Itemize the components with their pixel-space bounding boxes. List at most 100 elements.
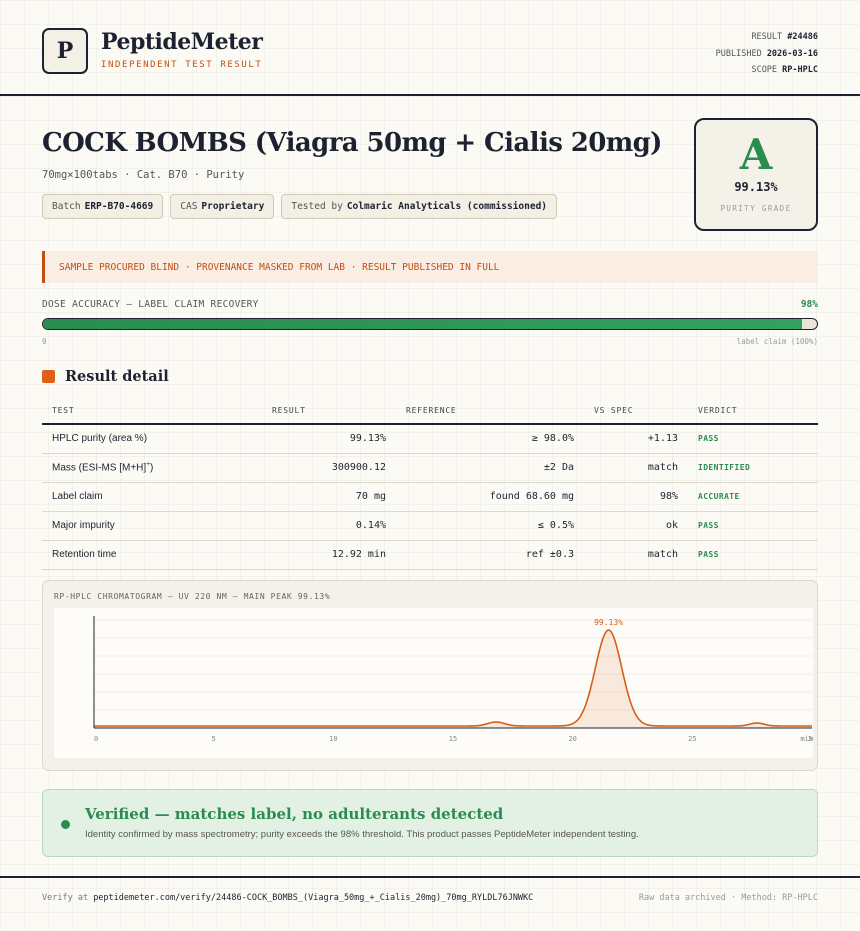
test-reference: ±2 Da xyxy=(396,453,584,483)
chromatogram-svg: 051015202530min99.13% xyxy=(93,616,816,743)
batch-value: ERP-B70-4669 xyxy=(84,201,154,212)
test-result: 12.92 min xyxy=(262,540,396,570)
test-name-text: Mass (ESI-MS [M+H] xyxy=(52,462,147,474)
dose-accuracy-value: 98% xyxy=(800,299,818,310)
tested-by-chip: Tested by Colmaric Analyticals (commissio… xyxy=(281,194,558,219)
product-subtitle: 70mg×100tabs · Cat. B70 · Purity xyxy=(42,169,245,181)
chromatogram-plot: 051015202530min99.13% xyxy=(54,608,816,758)
test-verdict: PASS xyxy=(688,540,818,570)
scope-row: SCOPE RP-HPLC xyxy=(716,62,818,79)
scope-value: RP-HPLC xyxy=(782,65,818,75)
col-result: RESULT xyxy=(262,398,396,425)
scope-label: SCOPE xyxy=(751,65,778,75)
x-axis-unit-label: min xyxy=(800,735,813,743)
test-vs-spec: match xyxy=(584,540,688,570)
dose-accuracy-bar xyxy=(42,318,818,330)
result-id-row: RESULT #24486 xyxy=(716,29,818,46)
batch-label: Batch xyxy=(52,201,81,212)
purity-grade-card: A 99.13% PURITY GRADE xyxy=(694,118,818,231)
test-verdict: PASS xyxy=(688,424,818,454)
dose-min-label: 0 xyxy=(42,337,47,346)
x-tick-label: 10 xyxy=(329,735,337,743)
header: P PeptideMeter INDEPENDENT TEST RESULT R… xyxy=(0,0,860,96)
logo: P xyxy=(42,28,88,74)
verify-link-row: Verify at peptidemeter.com/verify/24486-… xyxy=(42,893,533,903)
test-result: 70 mg xyxy=(262,482,396,512)
col-verdict: VERDICT xyxy=(688,398,818,425)
dose-max-label: label claim (100%) xyxy=(736,337,818,346)
table-row: Major impurity 0.14% ≤ 0.5% ok PASS xyxy=(42,511,818,541)
table-row: Label claim 70 mg found 68.60 mg 98% ACC… xyxy=(42,482,818,512)
verified-text: Identity confirmed by mass spectrometry;… xyxy=(85,829,639,840)
footer-method: Raw data archived · Method: RP-HPLC xyxy=(638,893,818,903)
result-table-header: TEST RESULT REFERENCE VS SPEC VERDICT xyxy=(42,398,818,425)
published-row: PUBLISHED 2026-03-16 xyxy=(716,46,818,63)
verified-dot-icon xyxy=(61,820,70,829)
test-vs-spec: ok xyxy=(584,511,688,541)
test-verdict: ACCURATE xyxy=(688,482,818,512)
table-row: Retention time 12.92 min ref ±0.3 match … xyxy=(42,540,818,570)
test-result: 99.13% xyxy=(262,424,396,454)
chromatogram-panel: RP-HPLC CHROMATOGRAM — UV 220 NM — MAIN … xyxy=(42,580,818,771)
test-reference: found 68.60 mg xyxy=(396,482,584,512)
product-chips: Batch ERP-B70-4669 CAS Proprietary Tested … xyxy=(42,194,558,219)
x-tick-label: 0 xyxy=(94,735,98,743)
test-reference: ref ±0.3 xyxy=(396,540,584,570)
test-verdict: PASS xyxy=(688,511,818,541)
test-name: Major impurity xyxy=(42,511,262,541)
x-tick-label: 20 xyxy=(568,735,576,743)
test-name: HPLC purity (area %) xyxy=(42,424,262,454)
test-name: Mass (ESI-MS [M+H]+) xyxy=(42,453,262,483)
brand-name: PeptideMeter xyxy=(101,29,263,55)
test-name-end: ) xyxy=(149,462,154,474)
verify-url-link[interactable]: peptidemeter.com/verify/24486-COCK_BOMBS… xyxy=(93,893,533,903)
product-title: COCK BOMBS (Viagra 50mg + Cialis 20mg) xyxy=(42,128,662,158)
published-label: PUBLISHED xyxy=(715,48,762,59)
grade-letter: A xyxy=(739,130,773,179)
result-table: TEST RESULT REFERENCE VS SPEC VERDICT HP… xyxy=(42,398,818,570)
verified-title: Verified — matches label, no adulterants… xyxy=(85,805,504,823)
batch-chip: Batch ERP-B70-4669 xyxy=(42,194,164,219)
test-vs-spec: match xyxy=(584,453,688,483)
grade-label: PURITY GRADE xyxy=(720,204,792,213)
test-reference: ≤ 0.5% xyxy=(396,511,584,541)
test-reference: ≥ 98.0% xyxy=(396,424,584,454)
col-vs-spec: VS SPEC xyxy=(584,398,688,425)
result-meta: RESULT #24486 PUBLISHED 2026-03-16 SCOPE… xyxy=(716,29,818,79)
test-result: 0.14% xyxy=(262,511,396,541)
footer-divider xyxy=(0,876,860,878)
x-tick-label: 5 xyxy=(212,735,216,743)
result-id-value: #24486 xyxy=(787,32,818,42)
verify-prefix: Verify at xyxy=(42,893,89,903)
table-row: HPLC purity (area %) 99.13% ≥ 98.0% +1.1… xyxy=(42,424,818,454)
chromatogram-area xyxy=(94,630,812,728)
tested-by-label: Tested by xyxy=(291,201,343,212)
chromatogram-title: RP-HPLC CHROMATOGRAM — UV 220 NM — MAIN … xyxy=(54,592,331,601)
brand-subtitle: INDEPENDENT TEST RESULT xyxy=(101,60,263,70)
procurement-notice: SAMPLE PROCURED BLIND · PROVENANCE MASKE… xyxy=(42,251,818,283)
dose-accuracy-label: DOSE ACCURACY — LABEL CLAIM RECOVERY xyxy=(42,299,259,310)
test-verdict: IDENTIFIED xyxy=(688,453,818,483)
cas-label: CAS xyxy=(180,201,198,212)
x-tick-label: 15 xyxy=(449,735,457,743)
test-name: Label claim xyxy=(42,482,262,512)
col-test: TEST xyxy=(42,398,262,425)
section-marker xyxy=(42,370,55,383)
peak-label: 99.13% xyxy=(594,618,623,627)
x-tick-label: 25 xyxy=(688,735,696,743)
table-row: Mass (ESI-MS [M+H]+) 300900.12 ±2 Da mat… xyxy=(42,453,818,483)
notice-text: SAMPLE PROCURED BLIND · PROVENANCE MASKE… xyxy=(59,261,500,273)
col-reference: REFERENCE xyxy=(396,398,584,425)
tested-by-value: Colmaric Analyticals (commissioned) xyxy=(346,201,548,212)
test-vs-spec: 98% xyxy=(584,482,688,512)
chromatogram-trace xyxy=(94,629,812,727)
result-id-label: RESULT xyxy=(751,32,783,42)
published-value: 2026-03-16 xyxy=(766,48,818,59)
cas-chip: CAS Proprietary xyxy=(170,194,275,219)
cas-value: Proprietary xyxy=(201,201,265,212)
test-vs-spec: +1.13 xyxy=(584,424,688,454)
test-name: Retention time xyxy=(42,540,262,570)
grade-percent: 99.13% xyxy=(734,180,778,194)
result-detail-title: Result detail xyxy=(65,368,169,385)
verified-banner: Verified — matches label, no adulterants… xyxy=(42,789,818,857)
